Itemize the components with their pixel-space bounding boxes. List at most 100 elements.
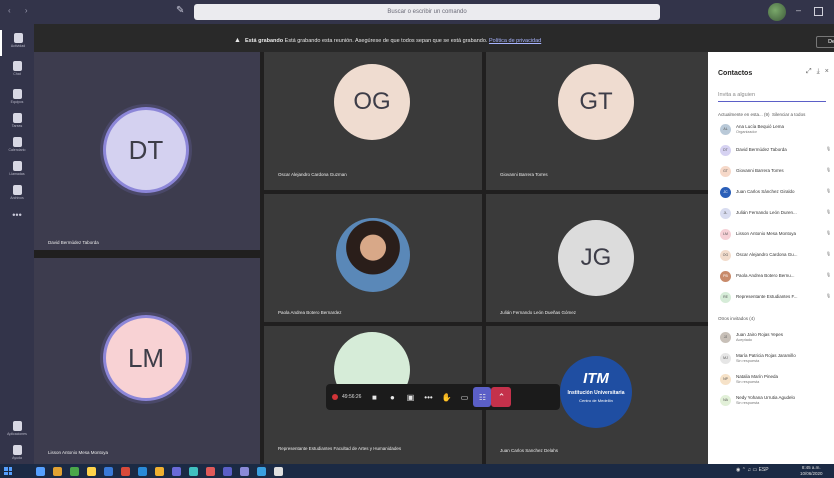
taskbar-app-icon[interactable]: [274, 467, 283, 476]
more-apps-button[interactable]: •••: [0, 210, 34, 220]
rail-item-tasks[interactable]: Tareas: [0, 110, 34, 136]
compose-icon[interactable]: ✎: [176, 5, 188, 17]
logo-text: ITM: [583, 370, 609, 387]
taskbar-app-icon[interactable]: [87, 467, 96, 476]
contact-row[interactable]: RE Representante Estudiantes F... 🎙: [720, 290, 832, 306]
mic-icon[interactable]: 🎙: [826, 251, 831, 256]
participant-name: Juan Carlos Sanchez Delahs: [500, 448, 559, 453]
rail-item-activity[interactable]: Actividad: [0, 30, 34, 56]
contact-row[interactable]: NP Natalia Marín Pineda Sin respuesta: [720, 372, 832, 388]
rail-item-apps[interactable]: Aplicaciones: [0, 418, 34, 444]
avatar-lm: LM: [106, 318, 186, 398]
windows-start-icon[interactable]: [4, 467, 12, 475]
contact-row[interactable]: AL Ana Lucía Bequió Lema Organizador: [720, 122, 832, 138]
participant-name: Julián Fernando León Dueñas Gómez: [500, 310, 577, 315]
calendar-icon: [12, 137, 22, 147]
participant-tile-dt[interactable]: DT David Bermúdez Taborda: [34, 52, 260, 250]
mic-icon[interactable]: 🎙: [826, 209, 831, 214]
participant-tile-jg[interactable]: JG Julián Fernando León Dueñas Gómez: [486, 194, 708, 322]
search-input[interactable]: Buscar o escribir un comando: [194, 4, 660, 20]
invite-input[interactable]: Invita a alguien: [718, 90, 826, 102]
taskbar-app-icon[interactable]: [70, 467, 79, 476]
contact-row[interactable]: PB Paola Andrea Botero Bernu... 🎙: [720, 269, 832, 285]
in-meeting-header[interactable]: Actualmente en esta... (9) Silenciar a t…: [718, 112, 805, 117]
participant-tile-lm[interactable]: LM Lisson Antonio Mesa Montoya: [34, 258, 260, 464]
participant-tile-og[interactable]: OG Oscar Alejandro Cardona Guzman: [264, 52, 482, 190]
contact-avatar: GT: [720, 166, 731, 177]
mic-button[interactable]: ●: [383, 384, 401, 410]
participant-name: Lisson Antonio Mesa Montoya: [48, 450, 109, 455]
rail-label: Chat: [13, 72, 21, 76]
rail-item-files[interactable]: Archivos: [0, 182, 34, 208]
taskbar-app-icon[interactable]: [155, 467, 164, 476]
taskbar-app-icon[interactable]: [172, 467, 181, 476]
hand-icon: ✋: [441, 392, 452, 402]
banner-message: ▲ Está grabando Está grabando esta reunió…: [234, 37, 541, 44]
contact-row[interactable]: LM Lisson Antonio Mesa Montoya 🎙: [720, 227, 832, 243]
privacy-link[interactable]: Política de privacidad: [489, 38, 541, 44]
title-bar: ‹ › ✎ Buscar o escribir un comando –: [0, 0, 834, 24]
mic-icon[interactable]: 🎙: [826, 146, 831, 151]
mic-icon[interactable]: 🎙: [826, 272, 831, 277]
mic-icon[interactable]: 🎙: [826, 230, 831, 235]
mute-all-link[interactable]: Silenciar a todos: [772, 112, 805, 117]
chat-button[interactable]: ▭: [455, 384, 473, 410]
contact-row[interactable]: DT David Bermúdez Taborda 🎙: [720, 143, 832, 159]
rail-item-calls[interactable]: Llamadas: [0, 158, 34, 184]
more-actions-button[interactable]: •••: [419, 384, 437, 410]
contact-name: Natalia Marín Pineda: [736, 374, 779, 379]
rail-label: Equipos: [10, 100, 24, 104]
maximize-icon[interactable]: [814, 7, 823, 16]
taskbar-app-icon[interactable]: [104, 467, 113, 476]
others-header[interactable]: Otros invitados (4): [718, 316, 755, 321]
participant-name: Representante Estudiantes Facultad de Ar…: [278, 446, 402, 451]
mic-icon[interactable]: 🎙: [826, 293, 831, 298]
contact-row[interactable]: JL Julián Fernando León Duren... 🎙: [720, 206, 832, 222]
taskbar-app-icon[interactable]: [36, 467, 45, 476]
contact-row[interactable]: JC Juan Carlos Sánchez Giraldo 🎙: [720, 185, 832, 201]
taskbar-app-icon[interactable]: [189, 467, 198, 476]
rail-item-teams[interactable]: Equipos: [0, 86, 34, 112]
rail-item-calendar[interactable]: Calendario: [0, 134, 34, 160]
contact-name: David Bermúdez Taborda: [736, 147, 787, 152]
back-forward-icons[interactable]: ‹ ›: [8, 6, 34, 15]
taskbar-app-icon[interactable]: [257, 467, 266, 476]
contact-row[interactable]: JJ Juan Jairo Rojas Yepes Aceptado: [720, 330, 832, 346]
participant-name: David Bermúdez Taborda: [48, 240, 99, 245]
contact-row[interactable]: MJ María Patricia Rojas Jaramillo Sin resp…: [720, 351, 832, 367]
panel-actions[interactable]: ⤢⤓×: [806, 68, 834, 76]
share-button[interactable]: ▣: [401, 384, 419, 410]
contact-name: Ana Lucía Bequió Lema: [736, 124, 785, 129]
contact-row[interactable]: OG Óscar Alejandro Cardona Gu... 🎙: [720, 248, 832, 264]
mic-icon[interactable]: 🎙: [826, 188, 831, 193]
phone-hangup-icon: ⌃: [497, 391, 506, 402]
taskbar-clock[interactable]: 8:45 a.m. 10/06/2020: [800, 465, 823, 477]
mic-icon: ●: [390, 392, 395, 402]
taskbar-app-icon[interactable]: [53, 467, 62, 476]
contact-name: Representante Estudiantes F...: [736, 294, 798, 299]
taskbar-app-icon[interactable]: [240, 467, 249, 476]
participants-button[interactable]: ☷: [473, 387, 492, 407]
contact-name: Julián Fernando León Duren...: [736, 210, 797, 215]
taskbar-app-icon[interactable]: [206, 467, 215, 476]
hang-up-button[interactable]: ⌃: [491, 387, 512, 407]
contact-row[interactable]: GT Giovanni Barrera Torres 🎙: [720, 164, 832, 180]
minimize-icon[interactable]: –: [796, 5, 801, 15]
participant-tile-gt[interactable]: GT Giovanni Barrera Torres: [486, 52, 708, 190]
people-icon: ☷: [478, 392, 487, 402]
dismiss-button[interactable]: Descartar: [816, 36, 834, 48]
participant-tile-paola[interactable]: Paola Andrea Botero Bernardez: [264, 194, 482, 322]
raise-hand-button[interactable]: ✋: [437, 384, 455, 410]
camera-button[interactable]: ■: [365, 384, 383, 410]
contact-avatar: PB: [720, 271, 731, 282]
rail-item-chat[interactable]: Chat: [0, 58, 34, 84]
rail-label: Aplicaciones: [7, 432, 27, 436]
user-avatar[interactable]: [768, 3, 786, 21]
warning-icon: ▲: [234, 37, 241, 44]
contact-row[interactable]: NA Nedy Yohana Urrutia Agudelo Sin respues…: [720, 393, 832, 409]
taskbar-app-icon[interactable]: [121, 467, 130, 476]
taskbar-app-icon[interactable]: [138, 467, 147, 476]
taskbar-app-icon[interactable]: [223, 467, 232, 476]
system-tray[interactable]: ◉ ⌃ ♫ ▭ ESP: [736, 467, 769, 473]
mic-icon[interactable]: 🎙: [826, 167, 831, 172]
